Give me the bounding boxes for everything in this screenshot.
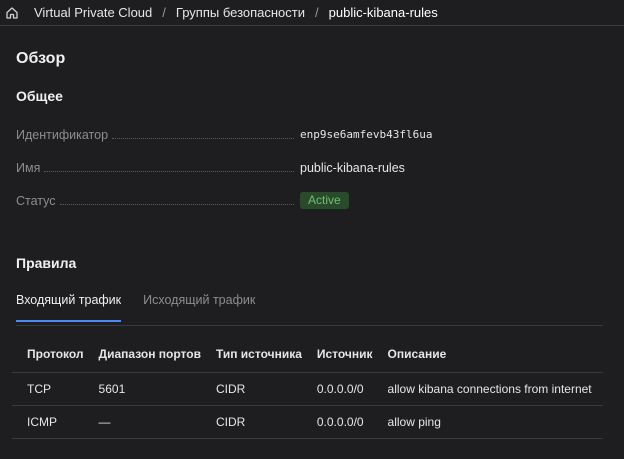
property-value-id: enp9se6amfevb43fl6ua bbox=[300, 128, 433, 141]
property-label: Имя bbox=[16, 160, 41, 175]
property-value-name: public-kibana-rules bbox=[300, 160, 405, 175]
breadcrumb-separator: / bbox=[315, 5, 319, 20]
table-row[interactable]: TCP 5601 CIDR 0.0.0.0/0 allow kibana con… bbox=[12, 371, 603, 405]
page-title: Обзор bbox=[16, 50, 66, 67]
cell-source: 0.0.0.0/0 bbox=[301, 371, 373, 405]
breadcrumb-separator: / bbox=[162, 5, 166, 20]
rules-tabs: Входящий трафик Исходящий трафик bbox=[16, 293, 603, 326]
breadcrumb-item-current: public-kibana-rules bbox=[328, 5, 438, 20]
dotted-leader bbox=[112, 137, 294, 139]
breadcrumb-item-security-groups[interactable]: Группы безопасности bbox=[176, 5, 305, 20]
breadcrumb: Virtual Private Cloud / Группы безопасно… bbox=[0, 0, 624, 26]
tab-egress[interactable]: Исходящий трафик bbox=[143, 293, 255, 320]
dotted-leader bbox=[44, 170, 294, 172]
column-header-port-range: Диапазон портов bbox=[98, 346, 201, 361]
cell-source: 0.0.0.0/0 bbox=[301, 404, 373, 439]
properties-list: Идентификатор enp9se6amfevb43fl6ua Имя p… bbox=[16, 118, 608, 217]
section-title-general: Общее bbox=[16, 88, 63, 104]
status-badge: Active bbox=[300, 192, 349, 209]
column-header-protocol: Протокол bbox=[27, 346, 84, 361]
dotted-leader bbox=[59, 203, 294, 205]
home-icon[interactable] bbox=[4, 5, 20, 21]
cell-description: allow kibana connections from internet bbox=[372, 371, 603, 405]
table-header-row: Протокол Диапазон портов Тип источника И… bbox=[12, 336, 603, 372]
property-row-name: Имя public-kibana-rules bbox=[16, 151, 608, 184]
column-header-description: Описание bbox=[387, 346, 447, 361]
property-row-id: Идентификатор enp9se6amfevb43fl6ua bbox=[16, 118, 608, 151]
property-label: Идентификатор bbox=[16, 127, 109, 142]
property-row-status: Статус Active bbox=[16, 184, 608, 217]
column-header-source-type: Тип источника bbox=[215, 346, 302, 361]
rules-table: Протокол Диапазон портов Тип источника И… bbox=[12, 336, 603, 439]
column-header-source: Источник bbox=[316, 346, 373, 361]
cell-source-type: CIDR bbox=[200, 371, 302, 405]
tab-ingress[interactable]: Входящий трафик bbox=[16, 293, 122, 322]
property-label: Статус bbox=[16, 193, 56, 208]
breadcrumb-item-vpc[interactable]: Virtual Private Cloud bbox=[34, 5, 152, 20]
cell-port-range: 5601 bbox=[83, 371, 201, 405]
cell-port-range: — bbox=[83, 404, 201, 439]
cell-protocol: TCP bbox=[12, 371, 84, 405]
main-content: Обзор Общее Идентификатор enp9se6amfevb4… bbox=[0, 50, 624, 439]
cell-description: allow ping bbox=[372, 404, 603, 439]
section-title-rules: Правила bbox=[16, 255, 77, 271]
cell-protocol: ICMP bbox=[12, 404, 84, 439]
cell-source-type: CIDR bbox=[200, 404, 302, 439]
table-row[interactable]: ICMP — CIDR 0.0.0.0/0 allow ping bbox=[12, 404, 603, 439]
